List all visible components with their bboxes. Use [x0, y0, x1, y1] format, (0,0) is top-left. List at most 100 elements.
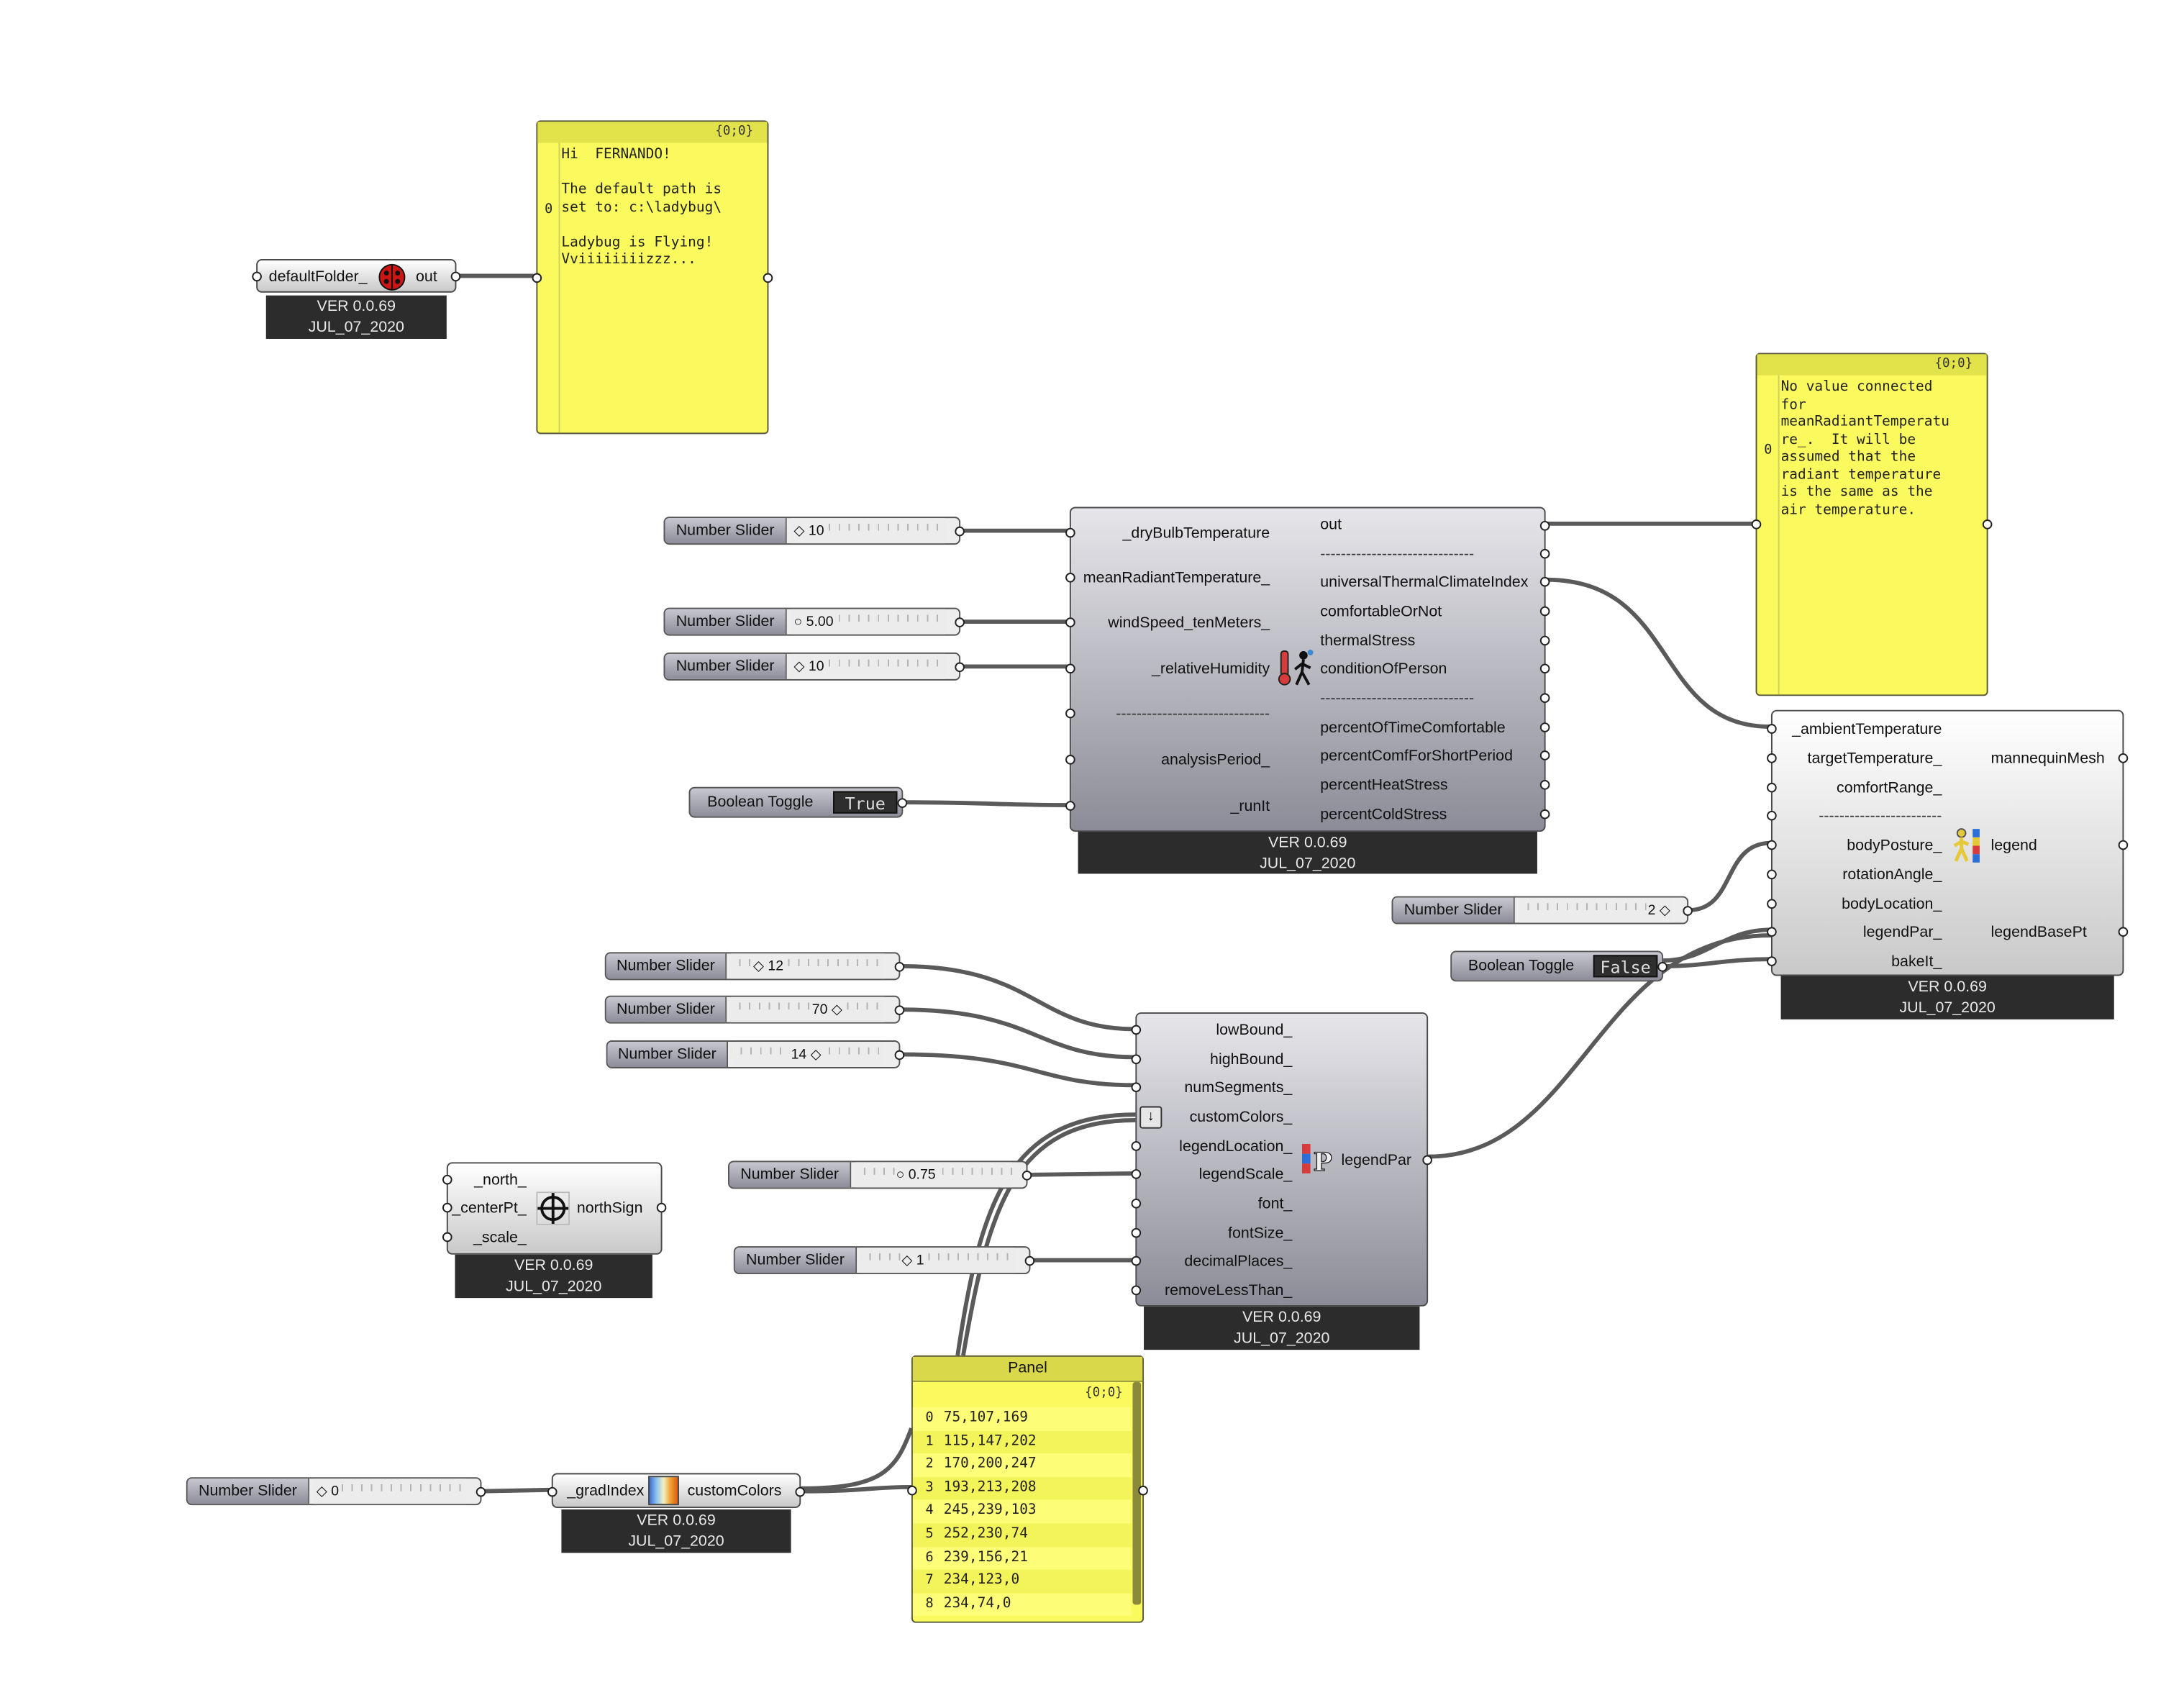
- input-port[interactable]: [1131, 1169, 1142, 1179]
- slider-track[interactable]: [860, 1248, 1015, 1273]
- output-label: thermalStress: [1320, 632, 1416, 650]
- output-port[interactable]: [955, 617, 965, 627]
- output-port[interactable]: [894, 1005, 905, 1015]
- gradient-icon: [648, 1476, 679, 1506]
- utci-component[interactable]: _dryBulbTemperature meanRadiantTemperatu…: [1065, 507, 1550, 832]
- output-port[interactable]: [2118, 753, 2129, 763]
- input-port[interactable]: [1767, 724, 1777, 734]
- output-port[interactable]: [1024, 1255, 1035, 1266]
- input-label: _north_: [474, 1171, 527, 1189]
- input-port[interactable]: [1065, 755, 1075, 765]
- output-port[interactable]: [1982, 519, 1993, 530]
- posture-number-slider[interactable]: Number Slider 2 ◇: [1391, 896, 1693, 925]
- decimals-number-slider[interactable]: Number Slider ◇ 1: [733, 1246, 1035, 1275]
- highbound-number-slider[interactable]: Number Slider 70 ◇: [604, 995, 905, 1024]
- output-port[interactable]: [1539, 520, 1550, 531]
- input-port[interactable]: [907, 1485, 917, 1496]
- output-port[interactable]: [450, 271, 461, 282]
- slider-value: ○ 0.75: [894, 1166, 937, 1186]
- output-port[interactable]: [1539, 548, 1550, 559]
- legend-par-component[interactable]: lowBound_ highBound_ numSegments_ custom…: [1131, 1012, 1432, 1307]
- output-port[interactable]: [1539, 809, 1550, 819]
- north-arrow-component[interactable]: _north_ _centerPt_ _scale_ northSign: [442, 1162, 667, 1255]
- input-port[interactable]: [1131, 1082, 1142, 1093]
- gradindex-number-slider[interactable]: Number Slider ◇ 0: [186, 1477, 486, 1506]
- output-port[interactable]: [1422, 1155, 1432, 1166]
- input-port[interactable]: [1065, 801, 1075, 811]
- input-port[interactable]: [1751, 519, 1762, 530]
- output-port[interactable]: [476, 1486, 486, 1497]
- output-port[interactable]: [955, 526, 965, 537]
- input-port[interactable]: [1767, 927, 1777, 937]
- input-port[interactable]: [442, 1174, 452, 1185]
- output-port[interactable]: [1657, 962, 1667, 972]
- version-label: VER 0.0.69: [1268, 834, 1347, 852]
- input-port[interactable]: [1065, 572, 1075, 583]
- input-port[interactable]: [547, 1486, 558, 1497]
- mrt-warning-panel[interactable]: {0;0} 0 No value connected for meanRadia…: [1751, 353, 1993, 696]
- output-port[interactable]: [1539, 606, 1550, 617]
- input-port[interactable]: [1131, 1285, 1142, 1296]
- input-port[interactable]: [1767, 810, 1777, 821]
- output-port[interactable]: [1539, 635, 1550, 646]
- lowbound-number-slider[interactable]: Number Slider ◇ 12: [604, 952, 905, 981]
- output-port[interactable]: [955, 662, 965, 673]
- flatten-arrow-icon[interactable]: ↓: [1139, 1106, 1162, 1129]
- input-port[interactable]: [1131, 1227, 1142, 1238]
- toggle-value[interactable]: False: [1593, 955, 1658, 978]
- default-folder-component[interactable]: defaultFolder_ out: [252, 259, 461, 293]
- output-port[interactable]: [1022, 1171, 1032, 1181]
- slider-track[interactable]: [730, 996, 885, 1022]
- input-port[interactable]: [442, 1202, 452, 1213]
- humidity-number-slider[interactable]: Number Slider ◇ 10: [663, 652, 965, 681]
- bakeit-boolean-toggle[interactable]: Boolean Toggle False: [1450, 950, 1667, 982]
- output-port[interactable]: [1539, 693, 1550, 703]
- grasshopper-canvas[interactable]: defaultFolder_ out VER 0.0.69 JUL_07_202…: [0, 0, 2184, 1684]
- input-port[interactable]: [1065, 617, 1075, 627]
- thermal-mannequin-component[interactable]: _ambientTemperature targetTemperature_ c…: [1767, 709, 2129, 976]
- input-port[interactable]: [1767, 869, 1777, 880]
- windspeed-number-slider[interactable]: Number Slider ○ 5.00: [663, 607, 965, 636]
- output-port[interactable]: [2118, 840, 2129, 850]
- input-port[interactable]: [1131, 1255, 1142, 1266]
- input-port[interactable]: [1065, 708, 1075, 719]
- output-port[interactable]: [897, 798, 908, 808]
- output-port[interactable]: [894, 962, 905, 972]
- output-port[interactable]: [795, 1486, 806, 1497]
- input-label: rotationAngle_: [1842, 866, 1942, 884]
- input-port[interactable]: [1065, 527, 1075, 538]
- welcome-panel[interactable]: {0;0} 0 Hi FERNANDO! The default path is…: [532, 120, 773, 435]
- output-port[interactable]: [763, 273, 773, 283]
- list-item: 4 245,239,103: [912, 1500, 1132, 1524]
- output-port[interactable]: [1539, 663, 1550, 674]
- output-port[interactable]: [1683, 906, 1693, 916]
- input-port[interactable]: [1131, 1141, 1142, 1151]
- toggle-value[interactable]: True: [832, 791, 898, 814]
- input-port[interactable]: [252, 271, 262, 282]
- input-port[interactable]: [1767, 840, 1777, 850]
- drybulb-number-slider[interactable]: Number Slider ◇ 10: [663, 517, 965, 545]
- input-port[interactable]: [1767, 753, 1777, 763]
- input-port[interactable]: [532, 273, 542, 283]
- input-port[interactable]: [1131, 1025, 1142, 1035]
- output-port[interactable]: [894, 1050, 905, 1060]
- output-port[interactable]: [656, 1202, 667, 1213]
- input-port[interactable]: [1131, 1054, 1142, 1065]
- output-port[interactable]: [1138, 1485, 1148, 1496]
- input-port[interactable]: [1767, 782, 1777, 793]
- input-port[interactable]: [1131, 1198, 1142, 1209]
- output-port[interactable]: [1539, 750, 1550, 760]
- output-port[interactable]: [2118, 927, 2129, 937]
- custom-colors-panel[interactable]: Panel {0;0} 0 75,107,169 1 115,147,202 2 17…: [907, 1355, 1148, 1623]
- gradient-colors-component[interactable]: _gradIndex customColors: [547, 1473, 806, 1509]
- runit-boolean-toggle[interactable]: Boolean Toggle True: [688, 786, 908, 818]
- output-port[interactable]: [1539, 722, 1550, 732]
- input-port[interactable]: [1767, 899, 1777, 909]
- legendscale-number-slider[interactable]: Number Slider ○ 0.75: [728, 1161, 1032, 1189]
- input-port[interactable]: [1065, 663, 1075, 674]
- segments-number-slider[interactable]: Number Slider 14 ◇: [606, 1040, 905, 1068]
- input-port[interactable]: [442, 1232, 452, 1243]
- input-port[interactable]: [1767, 956, 1777, 966]
- output-port[interactable]: [1539, 576, 1550, 587]
- output-port[interactable]: [1539, 780, 1550, 790]
